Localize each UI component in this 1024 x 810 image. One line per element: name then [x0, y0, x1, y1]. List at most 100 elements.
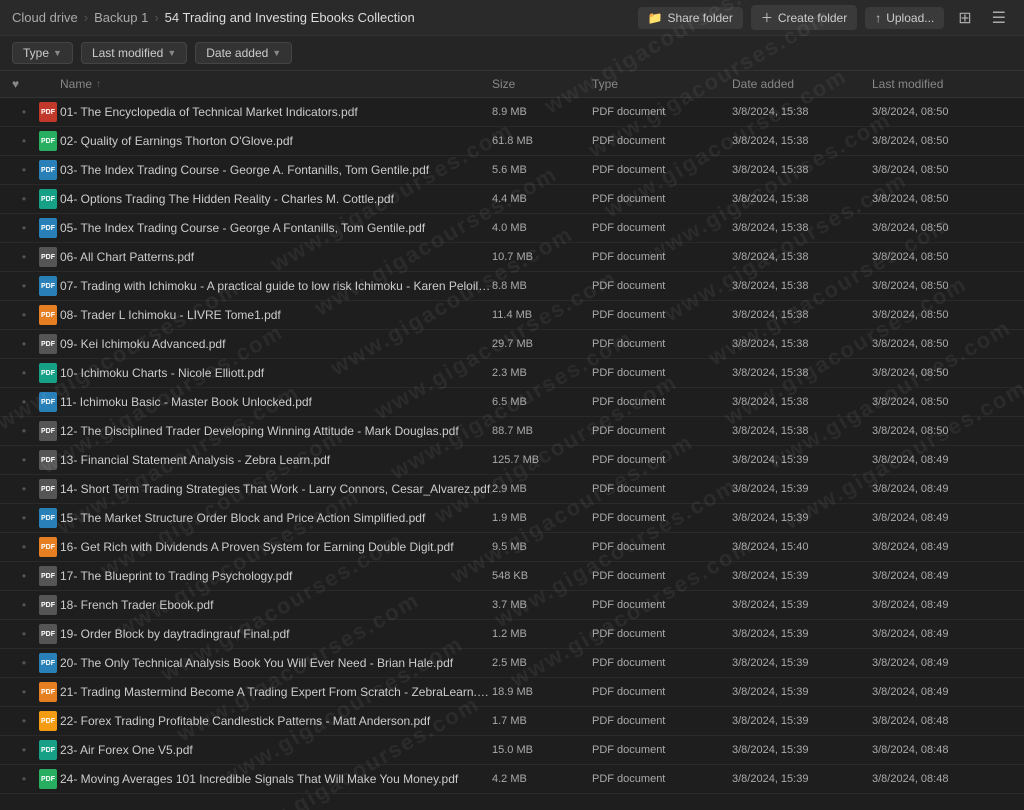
file-last-modified: 3/8/2024, 08:49	[872, 657, 1012, 669]
file-date-added: 3/8/2024, 15:38	[732, 338, 872, 350]
last-modified-filter[interactable]: Last modified ▼	[81, 42, 187, 64]
file-size: 4.4 MB	[492, 193, 592, 205]
header-name[interactable]: Name ↑	[60, 77, 492, 91]
table-row[interactable]: • PDF 19- Order Block by daytradingrauf …	[0, 620, 1024, 649]
upload-button[interactable]: ↑ Upload...	[865, 7, 944, 29]
file-last-modified: 3/8/2024, 08:49	[872, 512, 1012, 524]
file-type: PDF document	[592, 367, 732, 379]
table-row[interactable]: • PDF 13- Financial Statement Analysis -…	[0, 446, 1024, 475]
file-name: 03- The Index Trading Course - George A.…	[60, 163, 492, 177]
file-type: PDF document	[592, 396, 732, 408]
grid-view-button[interactable]: ⊞	[952, 4, 977, 32]
file-name: 15- The Market Structure Order Block and…	[60, 511, 492, 525]
table-row[interactable]: • PDF 14- Short Term Trading Strategies …	[0, 475, 1024, 504]
list-menu-button[interactable]: ☰	[986, 4, 1012, 32]
date-added-filter[interactable]: Date added ▼	[195, 42, 292, 64]
table-row[interactable]: • PDF 18- French Trader Ebook.pdf 3.7 MB…	[0, 591, 1024, 620]
file-icon-cell: PDF	[36, 305, 60, 325]
file-last-modified: 3/8/2024, 08:50	[872, 396, 1012, 408]
header-last-modified[interactable]: Last modified	[872, 77, 1012, 91]
pdf-icon: PDF	[39, 450, 57, 470]
pdf-icon: PDF	[39, 363, 57, 383]
pdf-icon: PDF	[39, 595, 57, 615]
file-icon-cell: PDF	[36, 189, 60, 209]
file-icon-cell: PDF	[36, 160, 60, 180]
file-date-added: 3/8/2024, 15:38	[732, 425, 872, 437]
header-date-added[interactable]: Date added	[732, 77, 872, 91]
file-type: PDF document	[592, 222, 732, 234]
breadcrumb-level1[interactable]: Backup 1	[94, 10, 148, 25]
file-icon-cell: PDF	[36, 247, 60, 267]
file-size: 548 KB	[492, 570, 592, 582]
table-row[interactable]: • PDF 09- Kei Ichimoku Advanced.pdf 29.7…	[0, 330, 1024, 359]
file-icon-cell: PDF	[36, 276, 60, 296]
file-last-modified: 3/8/2024, 08:48	[872, 744, 1012, 756]
header-type[interactable]: Type	[592, 77, 732, 91]
favorite-indicator: •	[12, 279, 36, 293]
favorite-indicator: •	[12, 424, 36, 438]
pdf-icon: PDF	[39, 566, 57, 586]
table-row[interactable]: • PDF 12- The Disciplined Trader Develop…	[0, 417, 1024, 446]
file-icon-cell: PDF	[36, 769, 60, 789]
chevron-down-icon: ▼	[167, 48, 176, 58]
breadcrumb-sep1: ›	[84, 10, 88, 25]
table-row[interactable]: • PDF 17- The Blueprint to Trading Psych…	[0, 562, 1024, 591]
table-row[interactable]: • PDF 21- Trading Mastermind Become A Tr…	[0, 678, 1024, 707]
create-folder-button[interactable]: ＋ Create folder	[751, 5, 857, 30]
table-row[interactable]: • PDF 11- Ichimoku Basic - Master Book U…	[0, 388, 1024, 417]
file-size: 88.7 MB	[492, 425, 592, 437]
file-icon-cell: PDF	[36, 334, 60, 354]
table-row[interactable]: • PDF 05- The Index Trading Course - Geo…	[0, 214, 1024, 243]
file-type: PDF document	[592, 512, 732, 524]
file-type: PDF document	[592, 715, 732, 727]
file-icon-cell: PDF	[36, 624, 60, 644]
file-icon-cell: PDF	[36, 595, 60, 615]
file-last-modified: 3/8/2024, 08:50	[872, 251, 1012, 263]
table-row[interactable]: • PDF 10- Ichimoku Charts - Nicole Ellio…	[0, 359, 1024, 388]
table-row[interactable]: • PDF 20- The Only Technical Analysis Bo…	[0, 649, 1024, 678]
table-row[interactable]: • PDF 04- Options Trading The Hidden Rea…	[0, 185, 1024, 214]
favorite-indicator: •	[12, 540, 36, 554]
pdf-icon: PDF	[39, 682, 57, 702]
file-type: PDF document	[592, 599, 732, 611]
file-size: 2.3 MB	[492, 367, 592, 379]
file-size: 1.7 MB	[492, 715, 592, 727]
file-size: 9.5 MB	[492, 541, 592, 553]
favorite-indicator: •	[12, 482, 36, 496]
table-row[interactable]: • PDF 06- All Chart Patterns.pdf 10.7 MB…	[0, 243, 1024, 272]
topbar: Cloud drive › Backup 1 › 54 Trading and …	[0, 0, 1024, 36]
file-date-added: 3/8/2024, 15:39	[732, 686, 872, 698]
favorite-indicator: •	[12, 308, 36, 322]
file-name: 17- The Blueprint to Trading Psychology.…	[60, 569, 492, 583]
pdf-icon: PDF	[39, 711, 57, 731]
table-row[interactable]: • PDF 01- The Encyclopedia of Technical …	[0, 98, 1024, 127]
favorite-indicator: •	[12, 627, 36, 641]
table-row[interactable]: • PDF 25- Trading Hub 4.0.pdf 173.8 MB P…	[0, 794, 1024, 798]
filterbar: Type ▼ Last modified ▼ Date added ▼	[0, 36, 1024, 71]
file-size: 125.7 MB	[492, 454, 592, 466]
file-size: 61.8 MB	[492, 135, 592, 147]
file-size: 1.9 MB	[492, 512, 592, 524]
table-row[interactable]: • PDF 08- Trader L Ichimoku - LIVRE Tome…	[0, 301, 1024, 330]
table-row[interactable]: • PDF 23- Air Forex One V5.pdf 15.0 MB P…	[0, 736, 1024, 765]
table-row[interactable]: • PDF 07- Trading with Ichimoku - A prac…	[0, 272, 1024, 301]
file-list: • PDF 01- The Encyclopedia of Technical …	[0, 98, 1024, 798]
header-size[interactable]: Size	[492, 77, 592, 91]
table-row[interactable]: • PDF 22- Forex Trading Profitable Candl…	[0, 707, 1024, 736]
pdf-icon: PDF	[39, 305, 57, 325]
share-folder-button[interactable]: 📁 Share folder	[638, 7, 743, 29]
type-filter[interactable]: Type ▼	[12, 42, 73, 64]
table-row[interactable]: • PDF 15- The Market Structure Order Blo…	[0, 504, 1024, 533]
file-date-added: 3/8/2024, 15:40	[732, 541, 872, 553]
file-size: 6.5 MB	[492, 396, 592, 408]
file-date-added: 3/8/2024, 15:38	[732, 164, 872, 176]
table-row[interactable]: • PDF 24- Moving Averages 101 Incredible…	[0, 765, 1024, 794]
breadcrumb-root[interactable]: Cloud drive	[12, 10, 78, 25]
table-row[interactable]: • PDF 16- Get Rich with Dividends A Prov…	[0, 533, 1024, 562]
table-row[interactable]: • PDF 03- The Index Trading Course - Geo…	[0, 156, 1024, 185]
table-row[interactable]: • PDF 02- Quality of Earnings Thorton O'…	[0, 127, 1024, 156]
file-date-added: 3/8/2024, 15:39	[732, 454, 872, 466]
pdf-icon: PDF	[39, 102, 57, 122]
file-size: 8.8 MB	[492, 280, 592, 292]
file-type: PDF document	[592, 280, 732, 292]
